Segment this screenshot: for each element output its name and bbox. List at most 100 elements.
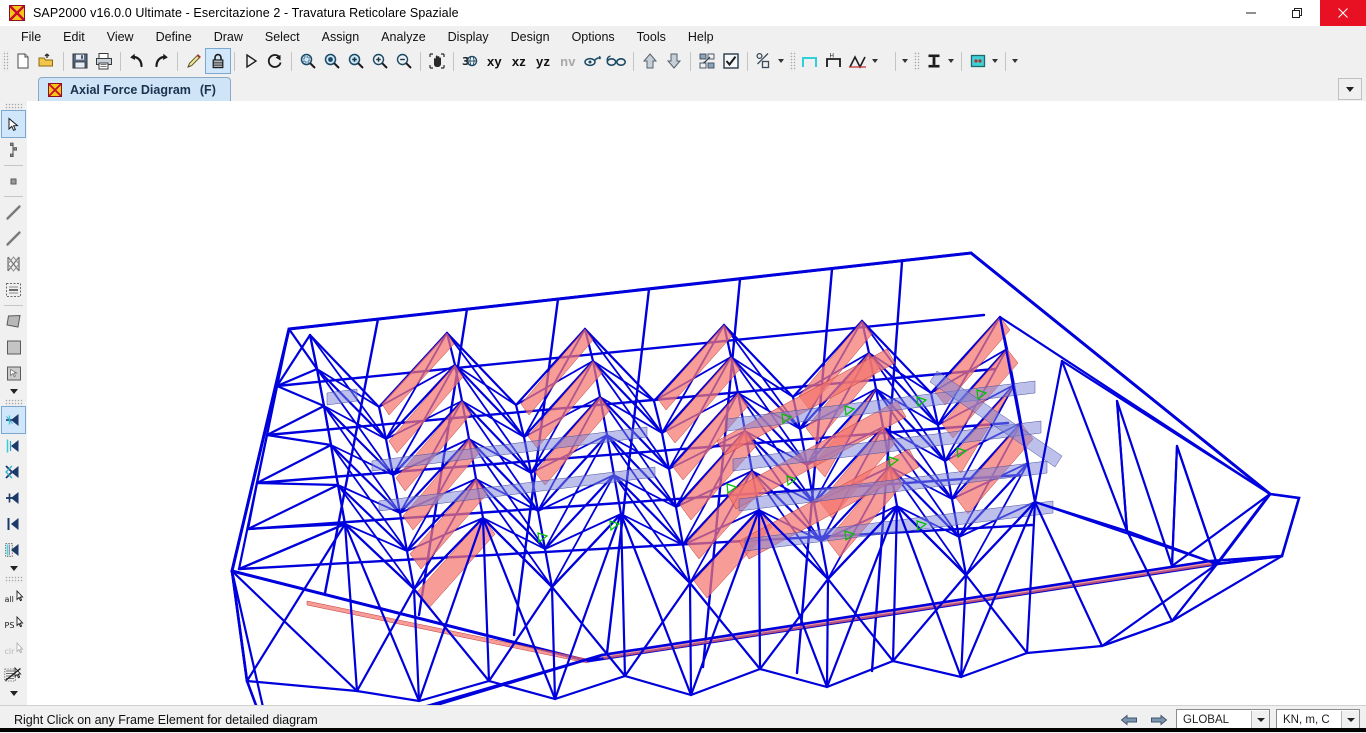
menu-assign[interactable]: Assign <box>311 28 371 46</box>
undo-arrow-icon[interactable] <box>125 49 149 73</box>
side-toolbar-grip-3[interactable] <box>4 576 23 583</box>
select-grid-icon[interactable] <box>2 537 25 563</box>
zoom-previous-icon[interactable] <box>320 49 344 73</box>
pencil-icon[interactable] <box>182 49 206 73</box>
select-poly-icon[interactable] <box>2 433 25 459</box>
percent-scale-dropdown-icon[interactable] <box>776 49 787 73</box>
arrow-right-icon[interactable] <box>1146 709 1172 730</box>
chevron-down-icon[interactable] <box>1251 710 1269 729</box>
view-xy-button[interactable]: xy <box>482 54 507 69</box>
run-again-icon[interactable] <box>263 49 287 73</box>
section-dropdown-icon[interactable] <box>946 49 957 73</box>
draw-poly-area-icon[interactable] <box>2 308 25 334</box>
arrow-left-icon[interactable] <box>1116 709 1142 730</box>
select-all-mirror-icon[interactable] <box>1 406 26 434</box>
pointer-select-icon[interactable] <box>1 110 26 138</box>
select-all-icon[interactable]: all <box>2 584 25 610</box>
lock-icon[interactable] <box>205 48 231 74</box>
check-box-icon[interactable] <box>719 49 743 73</box>
close-button[interactable] <box>1320 0 1366 26</box>
menu-tools[interactable]: Tools <box>626 28 677 46</box>
object-shrink-icon[interactable] <box>695 49 719 73</box>
draw-rect-area-icon[interactable] <box>2 334 25 360</box>
axial-force-icon[interactable] <box>846 49 870 73</box>
toolbar-grip[interactable] <box>2 51 9 71</box>
chevron-down-icon[interactable] <box>1338 78 1362 100</box>
model-view-canvas[interactable] <box>27 101 1366 705</box>
menu-draw[interactable]: Draw <box>203 28 254 46</box>
percent-scale-icon[interactable] <box>752 49 776 73</box>
glasses-icon[interactable] <box>605 49 629 73</box>
status-message: Right Click on any Frame Element for det… <box>14 712 318 727</box>
menu-file[interactable]: File <box>10 28 52 46</box>
menu-define[interactable]: Define <box>145 28 203 46</box>
pan-hand-icon[interactable] <box>425 49 449 73</box>
perspective-toggle-icon[interactable] <box>581 49 605 73</box>
shear-diagram-icon[interactable]: H <box>822 49 846 73</box>
toolbar-grip-2[interactable] <box>788 51 796 71</box>
select-plane-icon[interactable] <box>2 511 25 537</box>
reshape-element-icon[interactable] <box>2 137 25 163</box>
select-intersect-icon[interactable] <box>2 459 25 485</box>
svg-text:3: 3 <box>462 55 470 68</box>
section-i-beam-icon[interactable] <box>922 49 946 73</box>
draw-tools-dropdown-icon[interactable] <box>2 386 25 397</box>
chevron-down-icon[interactable] <box>1341 710 1359 729</box>
view-xz-button[interactable]: xz <box>507 54 531 69</box>
nd-dropdown-icon[interactable] <box>900 49 911 73</box>
select-tools-dropdown-icon[interactable] <box>2 563 25 574</box>
redo-arrow-icon[interactable] <box>149 49 173 73</box>
tab-title: Axial Force Diagram <box>70 83 191 97</box>
quick-draw-brace-icon[interactable] <box>2 251 25 277</box>
draw-frame-icon[interactable] <box>2 199 25 225</box>
side-toolbar-grip[interactable] <box>4 103 23 110</box>
maximize-button[interactable] <box>1274 0 1320 26</box>
menu-select[interactable]: Select <box>254 28 311 46</box>
zoom-full-icon[interactable] <box>368 49 392 73</box>
minimize-button[interactable] <box>1228 0 1274 26</box>
previous-selection-icon[interactable]: PS <box>2 610 25 636</box>
clear-selection-icon[interactable]: clr <box>2 636 25 662</box>
menu-view[interactable]: View <box>96 28 145 46</box>
title-bar: SAP2000 v16.0.0 Ultimate - Esercitazione… <box>0 0 1366 26</box>
menu-display[interactable]: Display <box>437 28 500 46</box>
side-toolbar-grip-2[interactable] <box>4 399 23 406</box>
print-icon[interactable] <box>92 49 116 73</box>
select-cross-icon[interactable] <box>2 485 25 511</box>
menu-edit[interactable]: Edit <box>52 28 96 46</box>
extrude-dropdown-icon[interactable] <box>990 49 1001 73</box>
move-up-icon[interactable] <box>638 49 662 73</box>
zoom-rubber-band-icon[interactable] <box>296 49 320 73</box>
tab-axial-force-diagram[interactable]: Axial Force Diagram (F) <box>38 77 231 102</box>
save-disk-icon[interactable] <box>68 49 92 73</box>
menu-help[interactable]: Help <box>677 28 725 46</box>
svg-text:PS: PS <box>4 621 14 630</box>
move-down-icon[interactable] <box>662 49 686 73</box>
view-tab-strip: Axial Force Diagram (F) <box>0 74 1366 102</box>
axial-force-dropdown-icon[interactable] <box>870 49 881 73</box>
toolbar-overflow-icon[interactable] <box>1010 49 1021 73</box>
quick-draw-frame-icon[interactable] <box>2 225 25 251</box>
selection-tools-dropdown-icon[interactable] <box>2 688 25 699</box>
menu-options[interactable]: Options <box>561 28 626 46</box>
menu-design[interactable]: Design <box>500 28 561 46</box>
open-folder-icon[interactable] <box>35 49 59 73</box>
draw-joint-icon[interactable] <box>2 168 25 194</box>
extrude-view-icon[interactable] <box>966 49 990 73</box>
menu-analyze[interactable]: Analyze <box>370 28 436 46</box>
zoom-out-icon[interactable] <box>392 49 416 73</box>
toolbar-grip-3[interactable] <box>912 51 920 71</box>
view-yz-button[interactable]: yz <box>531 54 555 69</box>
moment-diagram-icon[interactable] <box>798 49 822 73</box>
new-file-icon[interactable] <box>11 49 35 73</box>
window-title: SAP2000 v16.0.0 Ultimate - Esercitazione… <box>33 6 459 20</box>
quick-draw-area-icon[interactable] <box>2 360 25 386</box>
quick-draw-secondary-icon[interactable] <box>2 277 25 303</box>
deselect-all-icon[interactable] <box>2 662 25 688</box>
zoom-in-icon[interactable] <box>344 49 368 73</box>
svg-text:clr: clr <box>4 647 15 656</box>
3d-view-icon[interactable]: 3 <box>458 49 482 73</box>
run-analysis-icon[interactable] <box>239 49 263 73</box>
view-nv-button: nv <box>560 53 576 69</box>
units-value: KN, m, C <box>1283 713 1330 726</box>
